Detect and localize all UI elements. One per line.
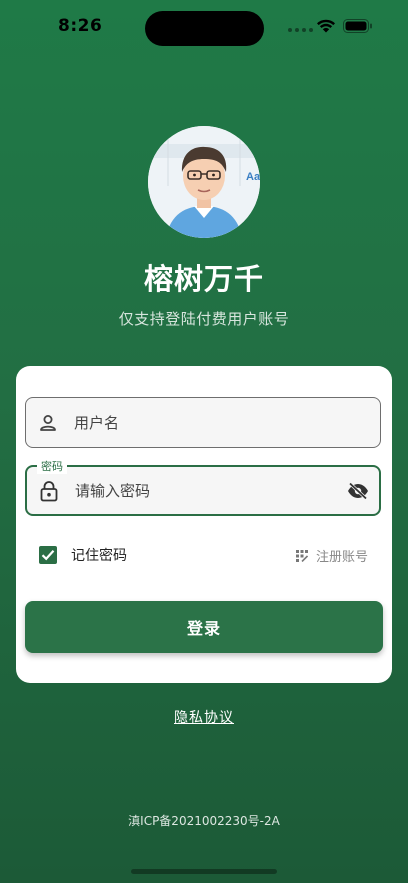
privacy-footer: 隐私协议 bbox=[0, 707, 408, 727]
icp-record: 滇ICP备2021002230号-2A bbox=[128, 814, 280, 828]
privacy-policy-link[interactable]: 隐私协议 bbox=[174, 710, 234, 726]
check-icon bbox=[41, 550, 55, 561]
eye-off-icon[interactable] bbox=[347, 481, 369, 500]
signal-dots-icon bbox=[288, 28, 313, 32]
avatar-image: Aa bbox=[148, 126, 260, 238]
status-time: 8:26 bbox=[58, 16, 103, 36]
register-account-link[interactable]: 注册账号 bbox=[295, 546, 368, 565]
app-subtitle: 仅支持登陆付费用户账号 bbox=[118, 310, 290, 328]
battery-icon bbox=[343, 19, 372, 33]
remember-checkbox[interactable] bbox=[39, 546, 57, 564]
status-bar: 8:26 bbox=[0, 0, 408, 56]
password-label: 密码 bbox=[37, 458, 67, 474]
register-icon bbox=[295, 549, 308, 562]
login-card: 密码 记住密码 注册账号 bbox=[16, 366, 392, 683]
password-field[interactable]: 密码 bbox=[25, 458, 381, 516]
register-label: 注册账号 bbox=[315, 550, 368, 565]
wifi-icon bbox=[317, 19, 335, 33]
username-field[interactable] bbox=[25, 397, 381, 448]
avatar-badge: Aa bbox=[246, 171, 260, 183]
person-icon bbox=[40, 414, 56, 431]
avatar: Aa bbox=[148, 126, 260, 238]
login-button[interactable]: 登录 bbox=[25, 601, 383, 653]
password-input[interactable] bbox=[75, 467, 335, 514]
username-input[interactable] bbox=[74, 398, 334, 447]
dynamic-island bbox=[145, 11, 264, 46]
lock-icon bbox=[40, 480, 58, 501]
app-title: 榕树万千 bbox=[143, 262, 264, 296]
home-indicator[interactable] bbox=[131, 869, 277, 874]
remember-label: 记住密码 bbox=[71, 548, 127, 564]
remember-password-option[interactable]: 记住密码 bbox=[39, 545, 127, 565]
